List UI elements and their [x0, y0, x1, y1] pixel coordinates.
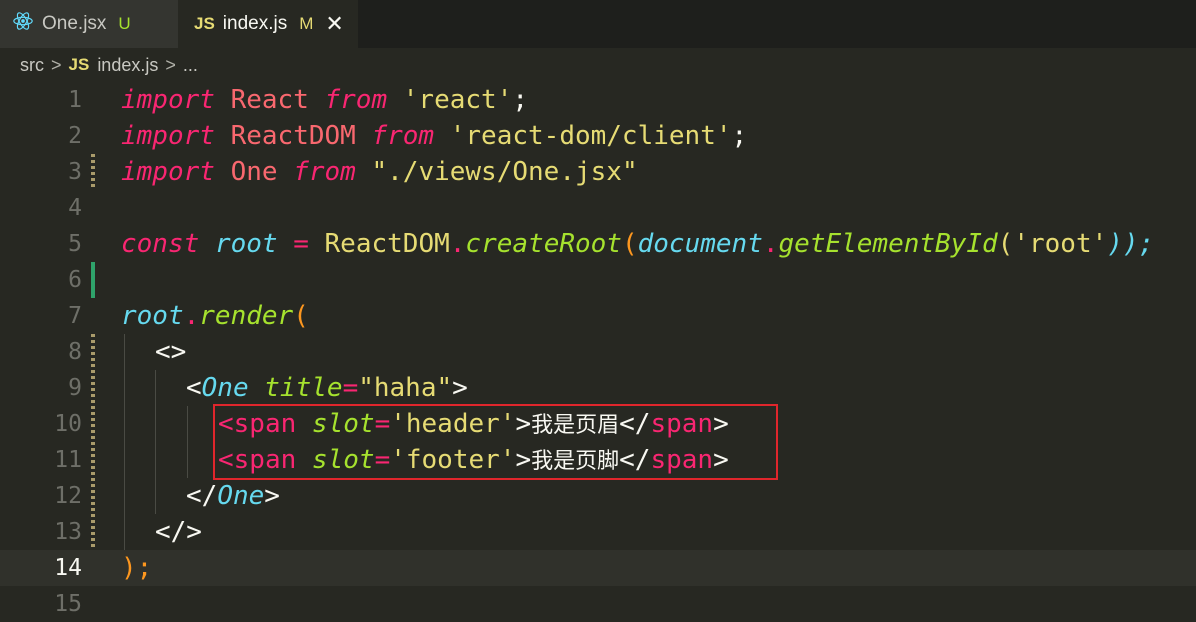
line-number: 13	[54, 519, 82, 545]
tab-label: One.jsx	[42, 13, 107, 34]
line-number: 1	[68, 87, 82, 113]
line-number: 7	[68, 303, 82, 329]
tab-one-jsx[interactable]: One.jsx U	[0, 0, 178, 48]
indent-guide	[124, 334, 125, 550]
breadcrumb-item-src[interactable]: src	[20, 55, 44, 76]
chevron-right-icon: >	[165, 54, 176, 75]
js-icon: JS	[194, 14, 215, 33]
code-line[interactable]: 12 </One>	[0, 478, 1196, 514]
code-line[interactable]: 9 <One title="haha">	[0, 370, 1196, 406]
breadcrumb-item-file[interactable]: index.js	[97, 55, 158, 76]
code-line[interactable]: 1 import React from 'react';	[0, 82, 1196, 118]
line-number: 12	[54, 483, 82, 509]
tab-bar: One.jsx U JS index.js M ✕	[0, 0, 1196, 48]
indent-guide	[187, 406, 188, 478]
line-text: </>	[155, 517, 202, 547]
modified-gutter-indicator[interactable]	[91, 442, 95, 478]
close-icon[interactable]: ✕	[325, 11, 343, 37]
modified-gutter-indicator[interactable]	[91, 478, 95, 514]
line-number: 6	[68, 267, 82, 293]
line-number: 2	[68, 123, 82, 149]
code-line[interactable]: 4	[0, 190, 1196, 226]
highlight-annotation-box	[213, 404, 778, 480]
code-line[interactable]: 8 <>	[0, 334, 1196, 370]
line-number: 14	[54, 555, 82, 581]
line-text: );	[121, 553, 153, 583]
js-icon: JS	[68, 55, 90, 74]
untracked-badge: U	[118, 14, 131, 33]
line-text: import One from "./views/One.jsx"	[121, 157, 638, 187]
react-icon	[12, 10, 34, 38]
line-number: 4	[68, 195, 82, 221]
line-number: 15	[54, 591, 82, 617]
added-gutter-indicator[interactable]	[91, 262, 95, 298]
modified-badge: M	[299, 14, 314, 33]
line-text: const root = ReactDOM.createRoot(documen…	[121, 229, 1155, 259]
chevron-right-icon: >	[51, 54, 62, 75]
line-number: 8	[68, 339, 82, 365]
code-line-current[interactable]: 14 );	[0, 550, 1196, 586]
line-text: import React from 'react';	[121, 85, 529, 115]
modified-gutter-indicator[interactable]	[91, 514, 95, 550]
line-number: 11	[54, 447, 82, 473]
line-number: 5	[68, 231, 82, 257]
code-line[interactable]: 7 root.render(	[0, 298, 1196, 334]
code-line[interactable]: 5 const root = ReactDOM.createRoot(docum…	[0, 226, 1196, 262]
modified-gutter-indicator[interactable]	[91, 370, 95, 406]
line-text: <>	[155, 337, 187, 367]
line-text: root.render(	[121, 301, 309, 331]
indent-guide	[155, 370, 156, 514]
breadcrumb-item-symbols[interactable]: ...	[183, 55, 198, 76]
line-number: 3	[68, 159, 82, 185]
code-line[interactable]: 13 </>	[0, 514, 1196, 550]
tab-label: index.js	[222, 13, 288, 34]
tab-index-js[interactable]: JS index.js M ✕	[178, 0, 358, 48]
line-text: </One>	[186, 481, 280, 511]
breadcrumb: src > JS index.js > ...	[0, 48, 1196, 82]
line-text: <One title="haha">	[186, 373, 468, 403]
modified-gutter-indicator[interactable]	[91, 154, 95, 190]
code-editor[interactable]: 1 import React from 'react'; 2 import Re…	[0, 82, 1196, 617]
code-line[interactable]: 6	[0, 262, 1196, 298]
code-line[interactable]: 2 import ReactDOM from 'react-dom/client…	[0, 118, 1196, 154]
line-text: import ReactDOM from 'react-dom/client';	[121, 121, 748, 151]
line-number: 9	[68, 375, 82, 401]
modified-gutter-indicator[interactable]	[91, 406, 95, 442]
code-line[interactable]: 3 import One from "./views/One.jsx"	[0, 154, 1196, 190]
code-line[interactable]: 15	[0, 586, 1196, 622]
line-number: 10	[54, 411, 82, 437]
modified-gutter-indicator[interactable]	[91, 334, 95, 370]
